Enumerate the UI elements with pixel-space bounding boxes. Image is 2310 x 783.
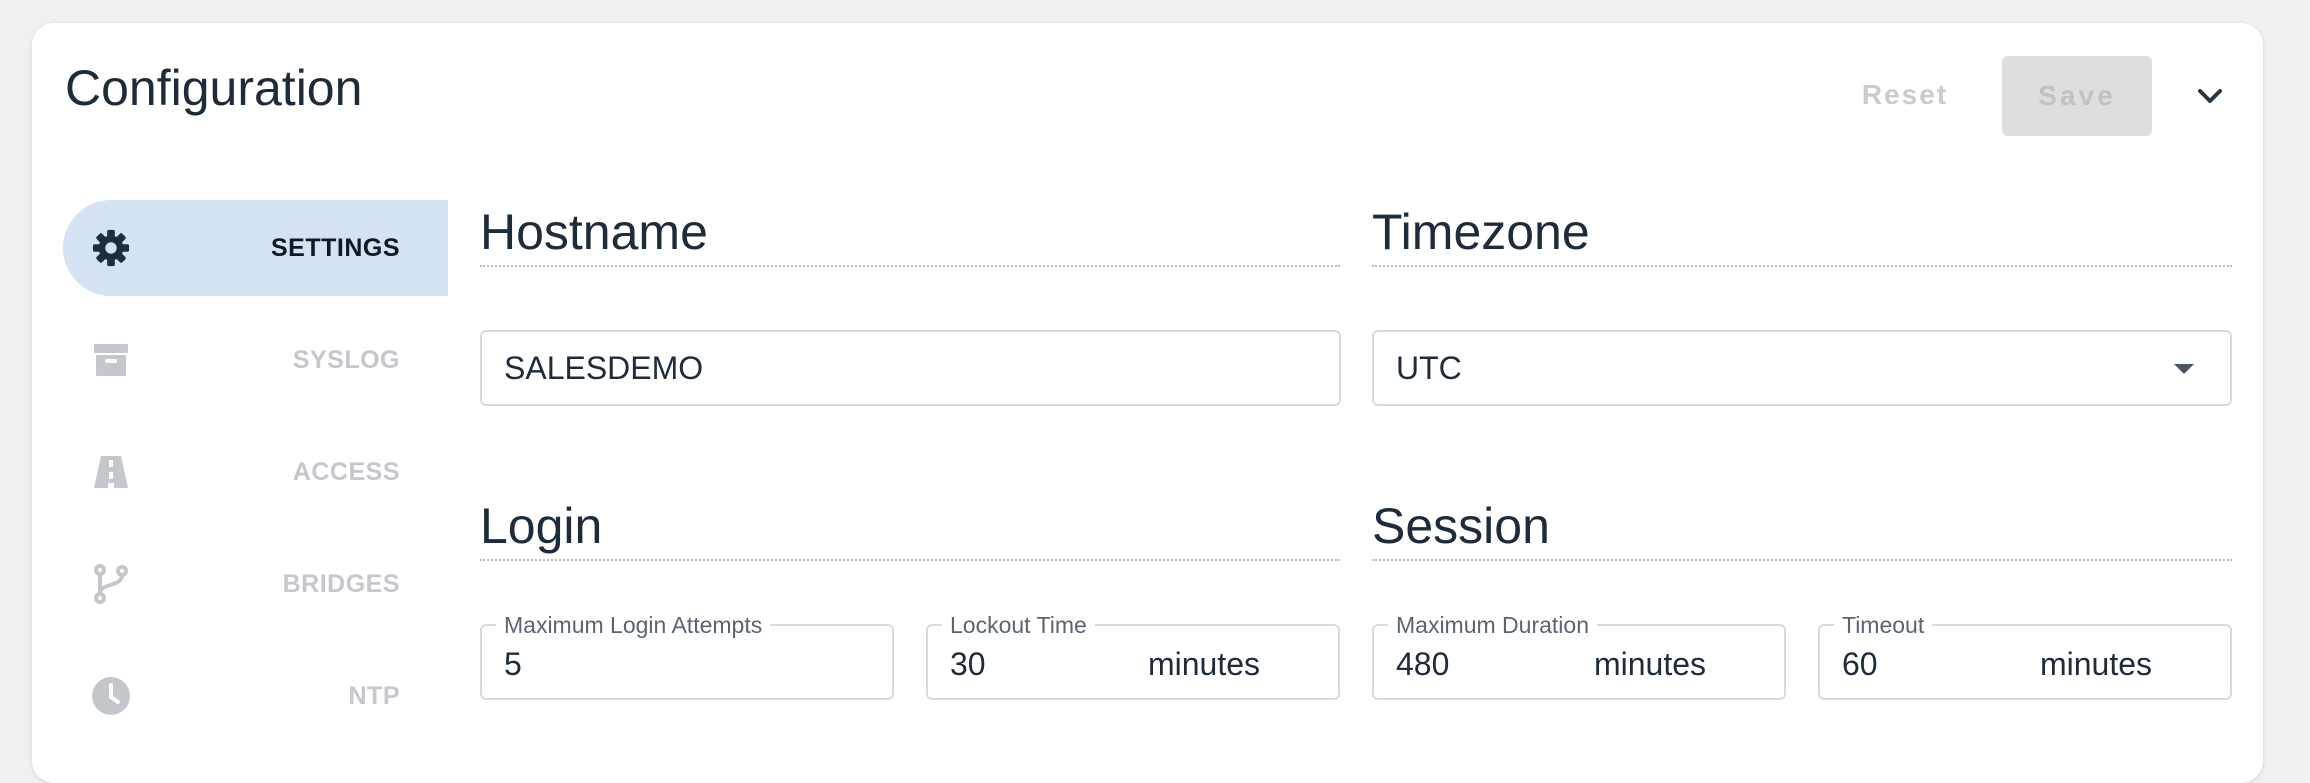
hostname-section-title: Hostname — [480, 207, 1340, 267]
max-duration-field[interactable]: Maximum Duration 480 minutes — [1372, 612, 1786, 700]
sidebar-item-settings[interactable]: SETTINGS — [63, 200, 448, 296]
sidebar-item-label: SETTINGS — [270, 233, 400, 262]
timeout-field[interactable]: Timeout 60 minutes — [1818, 612, 2232, 700]
login-section-title: Login — [480, 501, 1340, 561]
field-value: 30 — [950, 646, 986, 682]
timezone-select[interactable]: UTC — [1372, 330, 2232, 406]
field-unit: minutes — [2039, 646, 2152, 682]
lockout-time-field[interactable]: Lockout Time 30 minutes — [926, 612, 1340, 700]
sidebar-item-ntp[interactable]: NTP — [63, 648, 448, 744]
archive-icon — [91, 340, 131, 380]
sidebar-item-bridges[interactable]: BRIDGES — [63, 536, 448, 632]
timezone-section-title: Timezone — [1372, 207, 2232, 267]
max-login-attempts-field[interactable]: Maximum Login Attempts 5 — [480, 612, 894, 700]
reset-button[interactable]: Reset — [1840, 55, 1970, 135]
clock-icon — [91, 676, 131, 716]
session-section-title: Session — [1372, 501, 2232, 561]
page-title: Configuration — [65, 60, 363, 116]
timezone-value: UTC — [1396, 349, 1462, 386]
sidebar-item-label: BRIDGES — [282, 569, 400, 598]
save-button[interactable]: Save — [2002, 56, 2152, 136]
hostname-value: SALESDEMO — [504, 349, 704, 386]
field-label: Maximum Login Attempts — [496, 612, 771, 638]
road-icon — [91, 452, 131, 492]
field-value: 480 — [1396, 646, 1450, 682]
field-label: Maximum Duration — [1388, 612, 1597, 638]
sidebar-item-access[interactable]: ACCESS — [63, 424, 448, 520]
gear-icon — [91, 228, 131, 268]
configuration-card: Configuration Reset Save SETTINGS SYSLOG… — [32, 23, 2263, 783]
field-value: 60 — [1842, 646, 1878, 682]
field-unit: minutes — [1147, 646, 1260, 682]
branch-icon — [91, 564, 131, 604]
sidebar-item-syslog[interactable]: SYSLOG — [63, 312, 448, 408]
field-label: Timeout — [1834, 612, 1933, 638]
hostname-input[interactable]: SALESDEMO — [480, 330, 1341, 406]
field-label: Lockout Time — [942, 612, 1095, 638]
field-unit: minutes — [1593, 646, 1706, 682]
sidebar-item-label: ACCESS — [292, 457, 400, 486]
sidebar-item-label: NTP — [348, 681, 400, 710]
chevron-down-icon[interactable] — [2192, 78, 2228, 114]
field-value: 5 — [504, 646, 522, 682]
caret-down-icon — [2174, 364, 2194, 374]
sidebar-item-label: SYSLOG — [292, 345, 400, 374]
